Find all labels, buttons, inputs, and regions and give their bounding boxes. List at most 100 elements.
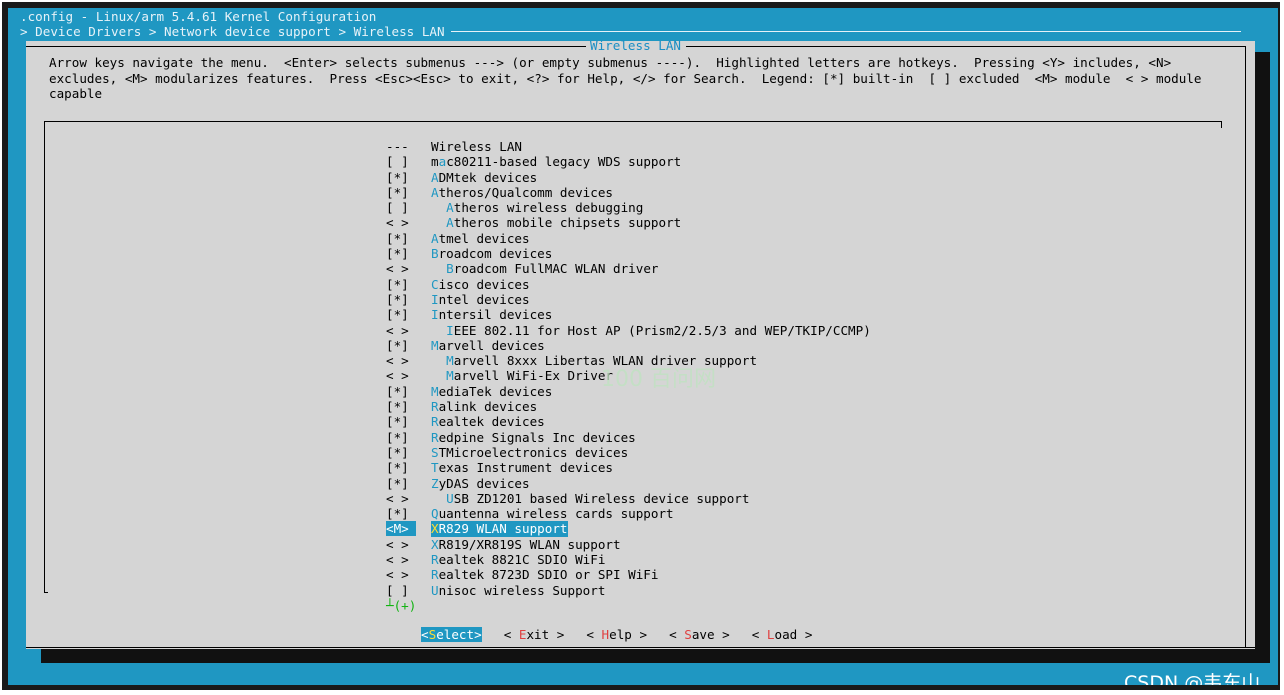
menu-item-state: --- <box>386 139 409 154</box>
menu-item[interactable]: [*] Redpine Signals Inc devices <box>386 430 871 445</box>
menu-item-state: [*] <box>386 291 409 307</box>
terminal-window: .config - Linux/arm 5.4.61 Kernel Config… <box>8 8 1278 685</box>
menu-item-label: XR819/XR819S WLAN support <box>431 536 621 552</box>
menu-item[interactable]: [ ] Atheros wireless debugging <box>386 200 871 215</box>
menu-item-label: Cisco devices <box>431 276 530 292</box>
hotkey-letter: A <box>446 215 454 231</box>
menu-item-label: mac80211-based legacy WDS support <box>431 154 682 170</box>
save-button[interactable]: < Save > <box>669 627 730 642</box>
hotkey-letter: R <box>431 567 439 583</box>
menu-item-state: [ ] <box>386 200 409 216</box>
menu-item-state: [*] <box>386 399 409 415</box>
menu-item-state: [*] <box>386 444 409 460</box>
menu-item-state: [*] <box>386 230 409 246</box>
load-button[interactable]: < Load > <box>752 627 813 642</box>
menu-item[interactable]: [*] Atmel devices <box>386 231 871 246</box>
menu-item[interactable]: [*] Realtek devices <box>386 414 871 429</box>
menu-item[interactable]: [*] Intersil devices <box>386 307 871 322</box>
menu-item-state: [*] <box>386 169 409 185</box>
menu-item-state: [*] <box>386 307 409 323</box>
menu-box-right-tick <box>1221 122 1222 128</box>
menu-item-label: Realtek 8723D SDIO or SPI WiFi <box>431 567 659 583</box>
menu-item[interactable]: < > Realtek 8723D SDIO or SPI WiFi <box>386 567 871 582</box>
menu-item-label: IEEE 802.11 for Host AP (Prism2/2.5/3 an… <box>446 322 871 338</box>
menu-item[interactable]: [*] Cisco devices <box>386 277 871 292</box>
menu-item-label: Texas Instrument devices <box>431 460 613 476</box>
menu-item[interactable]: < > XR819/XR819S WLAN support <box>386 537 871 552</box>
hotkey-letter: A <box>431 230 439 246</box>
hotkey-letter: M <box>446 353 454 369</box>
menu-item[interactable]: [*] Texas Instrument devices <box>386 460 871 475</box>
help-text: Arrow keys navigate the menu. <Enter> se… <box>49 55 1202 101</box>
menu-item-label: ZyDAS devices <box>431 475 530 491</box>
menu-item[interactable]: [*] Broadcom devices <box>386 246 871 261</box>
menu-item[interactable]: [*] Marvell devices <box>386 338 871 353</box>
hotkey-letter: R <box>431 552 439 568</box>
dialog-top-rule-right <box>686 46 1246 47</box>
hotkey-letter: X <box>431 536 439 552</box>
menu-item-state: < > <box>386 353 409 369</box>
menu-item[interactable]: [*] ZyDAS devices <box>386 476 871 491</box>
hotkey-letter: Z <box>431 475 439 491</box>
dialog-bottom-rule <box>26 647 1255 648</box>
watermark: 100 百问网 <box>601 367 716 392</box>
hotkey-letter: a <box>438 154 447 170</box>
menu-item[interactable]: [ ] Unisoc wireless Support <box>386 583 871 598</box>
menu-item[interactable]: < > Broadcom FullMAC WLAN driver <box>386 261 871 276</box>
help-button[interactable]: < Help > <box>586 627 647 642</box>
menu-item-label: Quantenna wireless cards support <box>431 506 674 522</box>
hotkey-letter: M <box>446 368 454 384</box>
hotkey-letter: T <box>431 460 439 476</box>
menu-item-label: Unisoc wireless Support <box>431 582 606 598</box>
menu-item[interactable]: [*] Quantenna wireless cards support <box>386 506 871 521</box>
menu-item-state: < > <box>386 490 409 506</box>
hotkey-letter: R <box>431 414 439 430</box>
select-button[interactable]: <Select> <box>421 627 482 642</box>
menu-item[interactable]: --- Wireless LAN <box>386 139 871 154</box>
menu-item[interactable]: [*] STMicroelectronics devices <box>386 445 871 460</box>
hotkey-letter: C <box>431 276 439 292</box>
menu-item-label: ADMtek devices <box>431 169 538 185</box>
menu-item-state: < > <box>386 368 409 384</box>
menu-item-label: STMicroelectronics devices <box>431 444 629 460</box>
menu-item-label: Wireless LAN <box>431 139 522 154</box>
menu-item-label: Marvell devices <box>431 337 545 353</box>
menu-item-label: USB ZD1201 based Wireless device support <box>446 490 750 506</box>
exit-button[interactable]: < Exit > <box>504 627 565 642</box>
menu-item[interactable]: [*] Atheros/Qualcomm devices <box>386 185 871 200</box>
hotkey-letter: A <box>431 184 439 200</box>
menu-item[interactable]: <M> XR829 WLAN support <box>386 521 871 537</box>
menu-item-state: [*] <box>386 337 409 353</box>
menu-item-state: [*] <box>386 383 409 399</box>
menu-item-label: Atheros/Qualcomm devices <box>431 184 613 200</box>
credit-text: CSDN @韦东山 <box>1124 672 1261 685</box>
menu-item[interactable]: [ ] mac80211-based legacy WDS support <box>386 154 871 169</box>
hotkey-letter: Q <box>431 506 439 522</box>
menu-item-state: < > <box>386 215 409 231</box>
menu-item[interactable]: [*] Intel devices <box>386 292 871 307</box>
menu-item-state: [*] <box>386 414 409 430</box>
hotkey-letter: X <box>431 521 439 537</box>
menu-item-label: Redpine Signals Inc devices <box>431 429 636 445</box>
hotkey-letter: A <box>431 169 439 185</box>
breadcrumb: > Device Drivers > Network device suppor… <box>20 24 1241 39</box>
hotkey-letter: I <box>431 307 439 323</box>
menu-item-label: Intel devices <box>431 291 530 307</box>
menu-item-state: [*] <box>386 246 409 262</box>
menu-item-label: Realtek 8821C SDIO WiFi <box>431 552 606 568</box>
menu-item-state: [*] <box>386 276 409 292</box>
menu-item-state: <M> <box>386 521 417 537</box>
hotkey-letter: M <box>431 383 439 399</box>
menu-item[interactable]: [*] ADMtek devices <box>386 170 871 185</box>
menu-item[interactable]: < > Atheros mobile chipsets support <box>386 215 871 230</box>
menu-box-left-border <box>44 122 45 592</box>
menu-item-state: < > <box>386 552 409 568</box>
menu-item[interactable]: < > IEEE 802.11 for Host AP (Prism2/2.5/… <box>386 323 871 338</box>
hotkey-letter: B <box>431 246 439 262</box>
menu-item-state: < > <box>386 536 409 552</box>
menu-item[interactable]: < > Realtek 8821C SDIO WiFi <box>386 552 871 567</box>
menu-item[interactable]: [*] Ralink devices <box>386 399 871 414</box>
dialog-title: Wireless LAN <box>590 38 681 53</box>
menu-item[interactable]: < > USB ZD1201 based Wireless device sup… <box>386 491 871 506</box>
hotkey-letter: R <box>431 399 439 415</box>
